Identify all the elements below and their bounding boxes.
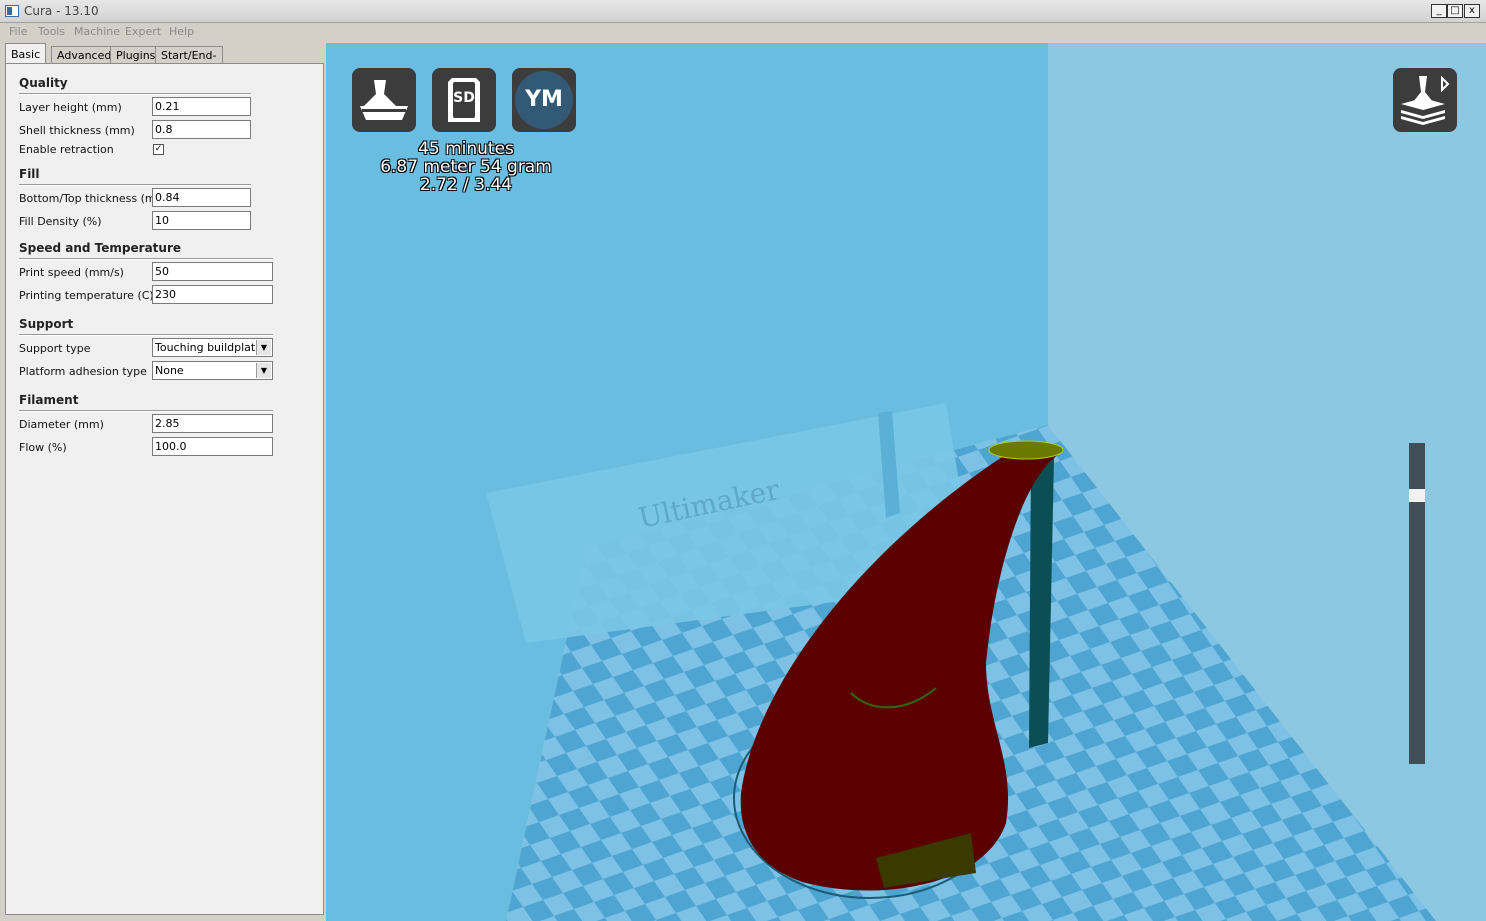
tab-advanced[interactable]: Advanced (51, 46, 118, 63)
print-time: 45 minutes (418, 139, 514, 159)
menu-machine[interactable]: Machine (74, 25, 120, 38)
title-bar: Cura - 13.10 _ □ x (0, 0, 1486, 23)
load-model-icon (360, 80, 408, 120)
save-to-sd-button[interactable]: SD (432, 68, 496, 132)
maximize-button[interactable]: □ (1447, 4, 1463, 18)
flow-label: Flow (%) (19, 441, 67, 454)
printing-temperature-input[interactable]: 230 (152, 285, 273, 304)
printing-temperature-label: Printing temperature (C) (19, 289, 154, 302)
menu-tools[interactable]: Tools (38, 25, 65, 38)
menu-bar: File Tools Machine Expert Help (0, 23, 1486, 41)
tab-start-end-gcode[interactable]: Start/End-GCode (155, 46, 223, 79)
section-divider (19, 184, 251, 186)
layer-slider[interactable] (1409, 443, 1425, 764)
view-mode-button[interactable] (1393, 68, 1457, 132)
flow-input[interactable]: 100.0 (152, 437, 273, 456)
sd-label: SD (453, 90, 475, 106)
print-stats: 45 minutes 6.87 meter 54 gram 2.72 / 3.4… (326, 139, 606, 199)
print-speed-label: Print speed (mm/s) (19, 266, 124, 279)
cost-estimate: 2.72 / 3.44 (419, 175, 513, 195)
section-speed-title: Speed and Temperature (19, 241, 181, 255)
support-type-select[interactable]: Touching buildplate ▼ (152, 338, 273, 357)
diameter-label: Diameter (mm) (19, 418, 104, 431)
platform-adhesion-label: Platform adhesion type (19, 365, 147, 378)
model-top-layer (988, 440, 1064, 460)
menu-expert[interactable]: Expert (125, 25, 161, 38)
close-button[interactable]: x (1464, 4, 1480, 18)
shell-thickness-label: Shell thickness (mm) (19, 124, 135, 137)
support-type-label: Support type (19, 342, 91, 355)
section-divider (19, 93, 251, 95)
dropdown-arrow-icon[interactable]: ▼ (256, 340, 271, 355)
load-model-button[interactable] (352, 68, 416, 132)
section-divider (19, 410, 273, 412)
youmagine-button[interactable]: YM (512, 68, 576, 132)
support-type-value: Touching buildplate (155, 341, 262, 354)
window-title: Cura - 13.10 (24, 4, 99, 18)
section-fill-title: Fill (19, 167, 40, 181)
minimize-button[interactable]: _ (1431, 4, 1447, 18)
settings-panel: Basic Advanced Plugins Start/End-GCode Q… (0, 43, 326, 921)
platform-adhesion-select[interactable]: None ▼ (152, 361, 273, 380)
diameter-input[interactable]: 2.85 (152, 414, 273, 433)
dropdown-arrow-icon[interactable]: ▼ (256, 363, 271, 378)
filament-usage: 6.87 meter 54 gram (380, 157, 552, 177)
fill-density-input[interactable]: 10 (152, 211, 251, 230)
layer-height-input[interactable]: 0.21 (152, 97, 251, 116)
section-quality-title: Quality (19, 76, 68, 90)
layer-height-label: Layer height (mm) (19, 101, 122, 114)
bottom-top-thickness-input[interactable]: 0.84 (152, 188, 251, 207)
fill-density-label: Fill Density (%) (19, 215, 102, 228)
section-support-title: Support (19, 317, 74, 331)
layer-slider-handle[interactable] (1409, 489, 1425, 502)
app-icon (5, 5, 19, 17)
menu-help[interactable]: Help (169, 25, 194, 38)
section-divider (19, 334, 273, 336)
shell-thickness-input[interactable]: 0.8 (152, 120, 251, 139)
section-filament-title: Filament (19, 393, 79, 407)
tab-basic[interactable]: Basic (5, 43, 47, 64)
ym-label: YM (525, 87, 563, 112)
bottom-top-thickness-label: Bottom/Top thickness (mm) (19, 192, 171, 205)
layers-view-icon (1401, 75, 1450, 125)
section-divider (19, 258, 273, 260)
enable-retraction-checkbox[interactable]: ✓ (153, 144, 164, 155)
menu-file[interactable]: File (9, 25, 27, 38)
platform-adhesion-value: None (155, 364, 184, 377)
tab-plugins[interactable]: Plugins (110, 46, 162, 63)
enable-retraction-label: Enable retraction (19, 143, 114, 156)
basic-settings-body: Quality Layer height (mm) 0.21 Shell thi… (5, 63, 324, 915)
3d-viewport[interactable]: Ultimaker SD YM 45 minutes 6.87 meter 54… (326, 43, 1486, 921)
print-speed-input[interactable]: 50 (152, 262, 273, 281)
